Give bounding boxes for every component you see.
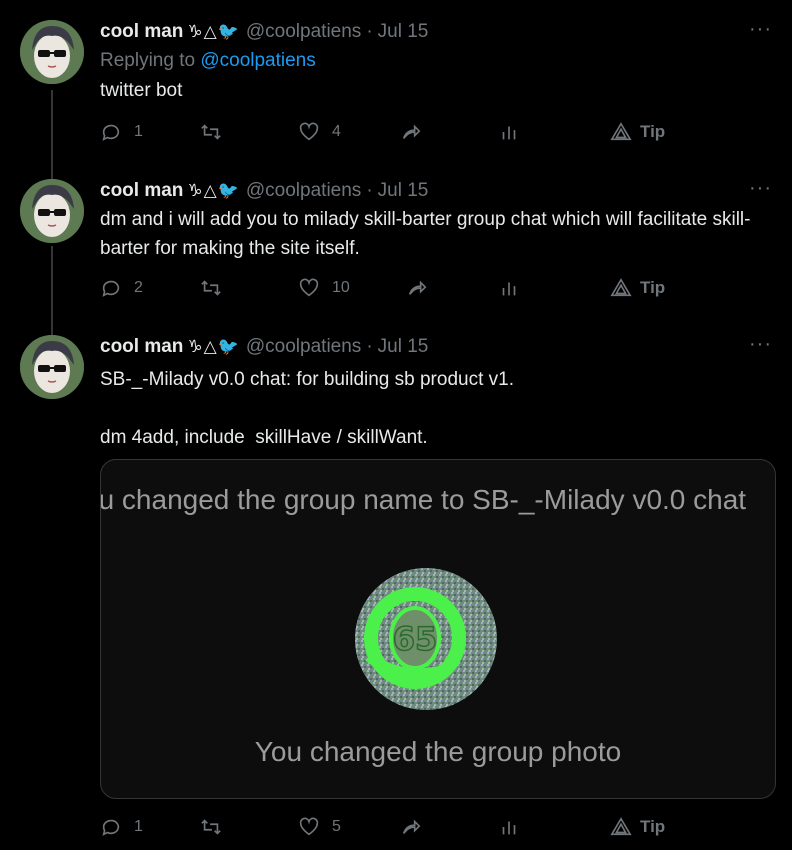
reply-button[interactable]: 1 [100,816,143,838]
tweet-text: SB-_-Milady v0.0 chat: for building sb p… [100,369,514,448]
tip-label: Tip [640,278,666,297]
author-handle[interactable]: @coolpatiens [246,336,361,358]
tip-icon [610,278,632,297]
like-count: 5 [332,818,341,835]
separator-dot: · [366,180,373,201]
like-count: 4 [332,123,341,140]
retweet-icon [201,280,221,296]
avatar[interactable] [20,335,84,399]
analytics-button[interactable] [498,277,520,299]
like-button[interactable]: 10 [298,277,350,299]
share-icon [408,280,427,295]
separator-dot: · [366,21,373,42]
retweet-icon [201,819,221,835]
like-count: 10 [332,279,350,296]
tweet-text: dm and i will add you to milady skill-ba… [100,209,751,259]
media-caption-bottom: You changed the group photo [254,736,622,767]
replying-to: Replying to @coolpatiens [100,50,316,72]
author-name[interactable]: cool man [100,336,183,358]
analytics-icon [502,126,516,140]
author-emojis: ♑△🐦 [187,337,240,356]
reply-button[interactable]: 1 [100,121,143,143]
share-icon [402,124,421,139]
author-emojis: ♑△🐦 [187,22,240,41]
tweet-text: twitter bot [100,80,183,101]
retweet-button[interactable] [200,121,234,143]
tip-icon [610,817,632,836]
tip-button[interactable]: Tip [610,277,665,299]
author-emojis: ♑△🐦 [187,181,240,200]
retweet-button[interactable] [200,816,234,838]
tip-label: Tip [640,122,666,141]
share-button[interactable] [400,121,422,143]
tweet-header: cool man ♑△🐦 @coolpatiens · Jul 15 [100,335,428,359]
reply-icon [102,124,120,141]
reply-icon [102,819,120,836]
tip-label: Tip [640,817,666,836]
tweet-header: cool man ♑△🐦 @coolpatiens · Jul 15 [100,20,428,44]
replying-to-label: Replying to [100,50,201,71]
tip-button[interactable]: Tip [610,121,665,143]
media-caption-top: ou changed the group name to SB-_-Milady… [100,484,747,515]
share-button[interactable] [400,816,422,838]
heart-icon [299,817,319,836]
reply-button[interactable]: 2 [100,277,143,299]
like-button[interactable]: 4 [298,121,341,143]
author-handle[interactable]: @coolpatiens [246,180,361,202]
separator-dot: · [366,336,373,357]
svg-text:65: 65 [393,620,438,658]
author-handle[interactable]: @coolpatiens [246,21,361,43]
tweet-actions: 1 4 Tip [100,121,680,147]
reply-count: 1 [134,818,143,835]
tweet-date[interactable]: Jul 15 [378,21,429,43]
analytics-button[interactable] [498,816,520,838]
tweet-date[interactable]: Jul 15 [378,336,429,358]
tweet-actions: 1 5 Tip [100,816,680,842]
more-options-icon[interactable]: ··· [749,19,772,39]
share-button[interactable] [406,277,428,299]
author-name[interactable]: cool man [100,180,183,202]
share-icon [402,819,421,834]
more-options-icon[interactable]: ··· [749,178,772,198]
tweet-actions: 2 10 Tip [100,277,680,303]
analytics-icon [502,282,516,296]
analytics-icon [502,821,516,835]
tip-icon [610,122,632,141]
retweet-button[interactable] [200,277,234,299]
reply-icon [102,280,120,297]
like-button[interactable]: 5 [298,816,341,838]
avatar[interactable] [20,20,84,84]
retweet-icon [201,124,221,140]
more-options-icon[interactable]: ··· [749,334,772,354]
heart-icon [299,278,319,297]
tweet-header: cool man ♑△🐦 @coolpatiens · Jul 15 [100,179,428,203]
analytics-button[interactable] [498,121,520,143]
reply-count: 1 [134,123,143,140]
group-photo: 65 [355,568,497,710]
heart-icon [299,122,319,141]
replying-to-handle[interactable]: @coolpatiens [200,50,315,71]
reply-count: 2 [134,279,143,296]
tweet-media-image[interactable]: ou changed the group name to SB-_-Milady… [100,459,776,799]
tweet-1[interactable]: cool man ♑△🐦 @coolpatiens · Jul 15 ··· R… [0,19,792,170]
tweet-2[interactable]: cool man ♑△🐦 @coolpatiens · Jul 15 ··· d… [0,178,792,329]
tweet-date[interactable]: Jul 15 [378,180,429,202]
avatar[interactable] [20,179,84,243]
tip-button[interactable]: Tip [610,816,665,838]
author-name[interactable]: cool man [100,21,183,43]
